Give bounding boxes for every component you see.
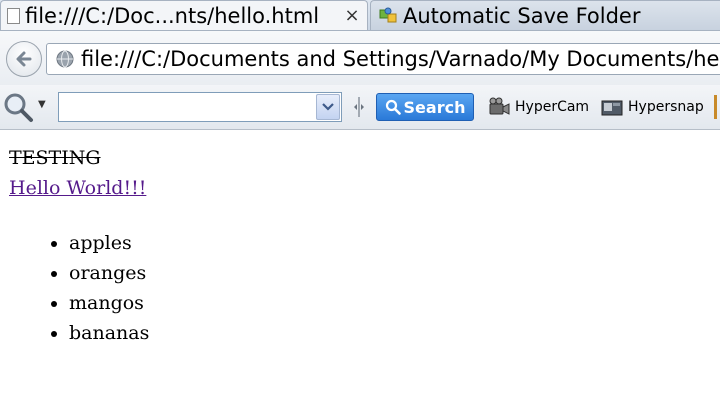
search-toolbar: ▼ Search HyperCam Hypersnap bbox=[0, 85, 720, 130]
search-combobox[interactable] bbox=[58, 92, 342, 122]
resize-grip-icon[interactable] bbox=[353, 95, 365, 119]
toolbar-edge-marker bbox=[714, 95, 717, 119]
back-button[interactable] bbox=[6, 41, 42, 77]
tab-title: Automatic Save Folder bbox=[403, 3, 641, 28]
globe-icon bbox=[56, 50, 74, 68]
tab-hello-html[interactable]: file:///C:/Doc...nts/hello.html × bbox=[0, 0, 368, 30]
camera-icon bbox=[489, 97, 510, 115]
hypersnap-label: Hypersnap bbox=[628, 99, 704, 115]
tab-automatic-save-folder[interactable]: Automatic Save Folder bbox=[370, 0, 720, 30]
list-item: bananas bbox=[69, 318, 149, 348]
snapshot-icon bbox=[601, 100, 623, 116]
chevron-down-icon[interactable]: ▼ bbox=[38, 99, 46, 110]
search-button[interactable]: Search bbox=[376, 93, 474, 121]
page-content: TESTING Hello World!!! apples oranges ma… bbox=[0, 130, 720, 406]
list-item: oranges bbox=[69, 258, 149, 288]
search-button-label: Search bbox=[403, 97, 466, 117]
hypercam-label: HyperCam bbox=[515, 99, 590, 115]
search-icon bbox=[385, 99, 401, 115]
back-arrow-icon bbox=[16, 51, 32, 67]
page-icon bbox=[7, 7, 20, 24]
puzzle-icon bbox=[379, 7, 397, 22]
navigation-bar: file:///C:/Documents and Settings/Varnad… bbox=[0, 30, 720, 86]
list-item: mangos bbox=[69, 288, 149, 318]
fruit-list: apples oranges mangos bananas bbox=[28, 228, 149, 348]
hypercam-button[interactable]: HyperCam bbox=[487, 95, 589, 119]
struck-text: TESTING bbox=[9, 147, 101, 169]
magnifier-icon[interactable] bbox=[2, 91, 34, 123]
hypersnap-button[interactable]: Hypersnap bbox=[600, 95, 704, 119]
list-item: apples bbox=[69, 228, 149, 258]
close-icon[interactable]: × bbox=[341, 5, 363, 27]
url-text: file:///C:/Documents and Settings/Varnad… bbox=[81, 47, 720, 71]
tab-strip: file:///C:/Doc...nts/hello.html × Automa… bbox=[0, 0, 720, 30]
hello-world-link[interactable]: Hello World!!! bbox=[9, 176, 146, 200]
search-input[interactable] bbox=[59, 93, 317, 119]
chevron-down-icon[interactable] bbox=[316, 94, 340, 120]
tab-title: file:///C:/Doc...nts/hello.html bbox=[25, 3, 320, 28]
address-bar[interactable]: file:///C:/Documents and Settings/Varnad… bbox=[46, 43, 720, 75]
